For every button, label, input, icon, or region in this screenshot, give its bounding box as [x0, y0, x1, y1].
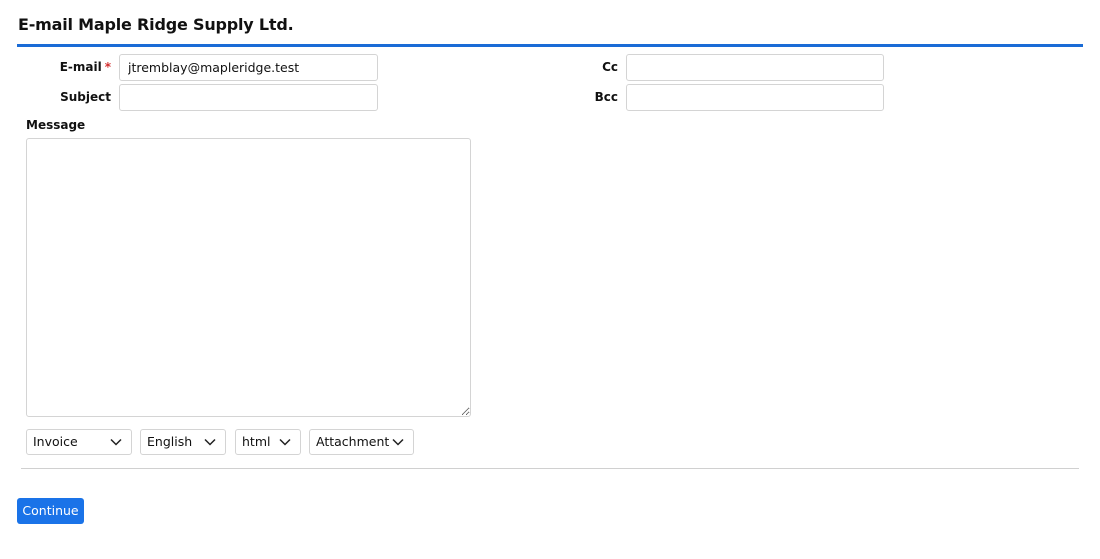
message-textarea[interactable]: [26, 138, 471, 417]
chevron-down-icon: [110, 438, 122, 446]
title-divider: [17, 44, 1083, 47]
message-label: Message: [26, 118, 86, 132]
bcc-input[interactable]: [626, 84, 884, 111]
template-select-value: Invoice: [33, 434, 78, 449]
continue-button[interactable]: Continue: [17, 498, 84, 524]
email-input[interactable]: [119, 54, 378, 81]
required-mark: *: [104, 60, 111, 74]
chevron-down-icon: [204, 438, 216, 446]
page-title: E-mail Maple Ridge Supply Ltd.: [18, 15, 294, 34]
template-select[interactable]: Invoice: [26, 429, 132, 455]
attachment-select[interactable]: Attachment: [309, 429, 414, 455]
format-select[interactable]: html: [235, 429, 301, 455]
language-select[interactable]: English: [140, 429, 226, 455]
email-label-text: E-mail: [59, 60, 102, 74]
email-form-page: E-mail Maple Ridge Supply Ltd. E-mail* S…: [0, 0, 1100, 559]
subject-label: Subject: [60, 90, 111, 104]
chevron-down-icon: [279, 438, 291, 446]
chevron-down-icon: [392, 438, 404, 446]
language-select-value: English: [147, 434, 193, 449]
bcc-label: Bcc: [594, 90, 618, 104]
email-label: E-mail *: [40, 54, 111, 80]
format-select-value: html: [242, 434, 271, 449]
cc-label: Cc: [602, 60, 618, 74]
attachment-select-value: Attachment: [316, 434, 390, 449]
subject-input[interactable]: [119, 84, 378, 111]
cc-input[interactable]: [626, 54, 884, 81]
form-divider: [21, 468, 1079, 469]
